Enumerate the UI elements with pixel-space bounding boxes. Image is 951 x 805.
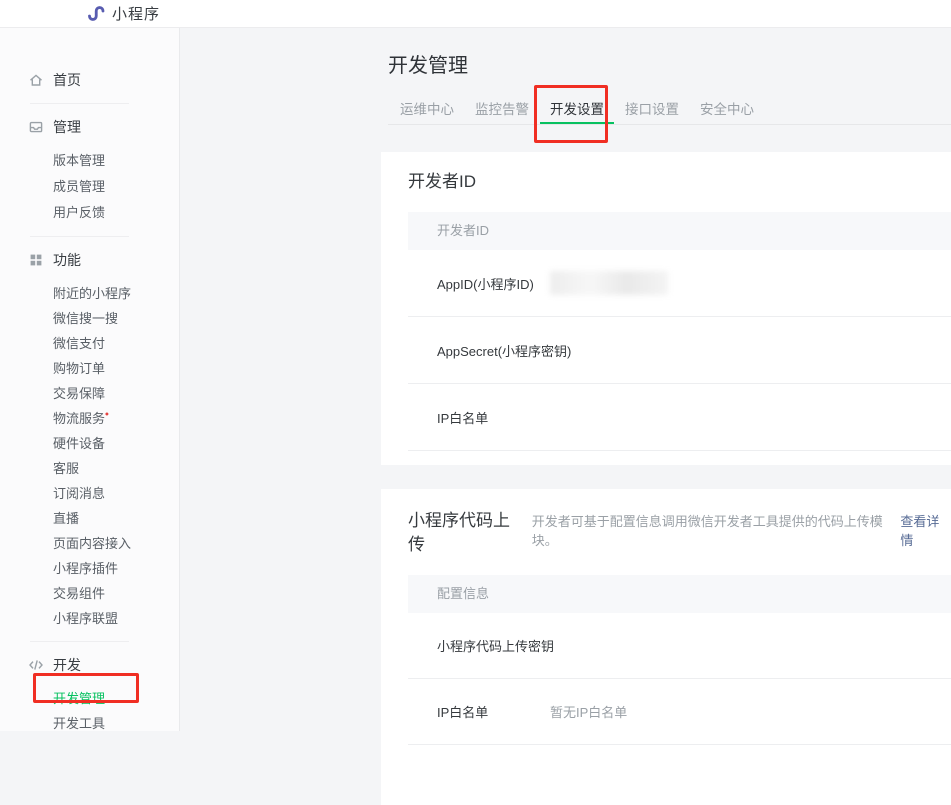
upload-ip-whitelist-label: IP白名单 <box>437 702 550 721</box>
sidebar-section-features[interactable]: 功能 <box>0 247 179 273</box>
sidebar-item-page-content-access[interactable]: 页面内容接入 <box>0 531 179 556</box>
sidebar-item-wechat-pay[interactable]: 微信支付 <box>0 331 179 356</box>
home-icon <box>28 72 44 88</box>
sidebar-section-manage[interactable]: 管理 <box>0 114 179 140</box>
sidebar-item-wechat-search[interactable]: 微信搜一搜 <box>0 306 179 331</box>
view-details-link[interactable]: 查看详情 <box>900 511 951 549</box>
sidebar-item-subscribe-message[interactable]: 订阅消息 <box>0 481 179 506</box>
top-header: 小程序 <box>0 0 951 28</box>
sidebar-item-shopping-orders[interactable]: 购物订单 <box>0 356 179 381</box>
code-upload-title: 小程序代码上传 <box>408 509 524 557</box>
appid-value-redacted <box>550 271 668 295</box>
sidebar-divider <box>30 641 129 642</box>
appsecret-label: AppSecret(小程序密钥) <box>437 341 592 360</box>
inbox-icon <box>28 119 44 135</box>
code-upload-description: 开发者可基于配置信息调用微信开发者工具提供的代码上传模块。 <box>532 511 899 549</box>
tab-api-settings[interactable]: 接口设置 <box>615 96 689 124</box>
tab-security-center[interactable]: 安全中心 <box>690 96 764 124</box>
tab-monitor-alert[interactable]: 监控告警 <box>465 96 539 124</box>
sidebar-section-label: 管理 <box>53 117 81 137</box>
tab-dev-settings[interactable]: 开发设置 <box>540 96 614 124</box>
sidebar-item-label: 物流服务 <box>53 411 105 426</box>
ip-whitelist-label: IP白名单 <box>437 408 550 427</box>
sidebar-item-customer-service[interactable]: 客服 <box>0 456 179 481</box>
sidebar-features-list: 附近的小程序 微信搜一搜 微信支付 购物订单 交易保障 物流服务• 硬件设备 客… <box>0 281 179 631</box>
sidebar-section-label: 开发 <box>53 655 81 675</box>
sidebar-item-label: 首页 <box>53 70 81 90</box>
sidebar: 首页 管理 版本管理 成员管理 用户反馈 <box>0 28 180 731</box>
grid-icon <box>28 252 44 268</box>
tab-bar: 运维中心 监控告警 开发设置 接口设置 安全中心 <box>388 96 951 125</box>
sidebar-divider <box>30 103 129 104</box>
sidebar-item-member-manage[interactable]: 成员管理 <box>0 174 179 200</box>
sidebar-section-label: 功能 <box>53 250 81 270</box>
upload-ip-whitelist-row: IP白名单 暂无IP白名单 <box>408 679 951 745</box>
sidebar-item-dev-tools[interactable]: 开发工具 <box>0 711 179 736</box>
page-title: 开发管理 <box>388 52 951 80</box>
sidebar-item-live[interactable]: 直播 <box>0 506 179 531</box>
sidebar-item-hardware-device[interactable]: 硬件设备 <box>0 431 179 456</box>
ip-whitelist-row: IP白名单 <box>408 384 951 451</box>
code-icon <box>28 657 44 673</box>
sidebar-item-home[interactable]: 首页 <box>0 67 179 93</box>
tab-operations-center[interactable]: 运维中心 <box>390 96 464 124</box>
sidebar-item-version-manage[interactable]: 版本管理 <box>0 148 179 174</box>
sidebar-item-miniprogram-union[interactable]: 小程序联盟 <box>0 606 179 631</box>
sidebar-item-transaction-component[interactable]: 交易组件 <box>0 581 179 606</box>
upload-ip-whitelist-value: 暂无IP白名单 <box>550 702 627 721</box>
sidebar-manage-list: 版本管理 成员管理 用户反馈 <box>0 148 179 226</box>
developer-id-title: 开发者ID <box>381 152 951 194</box>
new-badge-dot: • <box>105 409 109 421</box>
sidebar-item-transaction-guarantee[interactable]: 交易保障 <box>0 381 179 406</box>
developer-id-card: 开发者ID 开发者ID AppID(小程序ID) AppSecret(小程序密钥… <box>381 152 951 465</box>
sidebar-section-dev[interactable]: 开发 <box>0 652 179 678</box>
sidebar-dev-list: 开发管理 开发工具 <box>0 686 179 736</box>
miniprogram-logo-icon[interactable] <box>84 4 105 23</box>
main-content: 开发管理 运维中心 监控告警 开发设置 接口设置 安全中心 开发者ID 开发者I… <box>180 28 951 731</box>
app-title: 小程序 <box>112 3 160 24</box>
config-info-table-header: 配置信息 <box>408 575 951 613</box>
sidebar-item-logistics-service[interactable]: 物流服务• <box>0 406 179 431</box>
upload-key-row: 小程序代码上传密钥 <box>408 613 951 679</box>
sidebar-item-miniprogram-plugin[interactable]: 小程序插件 <box>0 556 179 581</box>
sidebar-item-dev-manage[interactable]: 开发管理 <box>0 686 179 711</box>
code-upload-card: 小程序代码上传 开发者可基于配置信息调用微信开发者工具提供的代码上传模块。 查看… <box>381 489 951 805</box>
developer-id-table-header: 开发者ID <box>408 212 951 250</box>
upload-key-label: 小程序代码上传密钥 <box>437 636 592 655</box>
appsecret-row: AppSecret(小程序密钥) <box>408 317 951 384</box>
code-upload-title-row: 小程序代码上传 开发者可基于配置信息调用微信开发者工具提供的代码上传模块。 查看… <box>381 489 951 557</box>
appid-row: AppID(小程序ID) <box>408 250 951 317</box>
sidebar-item-nearby-miniprogram[interactable]: 附近的小程序 <box>0 281 179 306</box>
appid-label: AppID(小程序ID) <box>437 274 550 293</box>
sidebar-divider <box>30 236 129 237</box>
sidebar-item-user-feedback[interactable]: 用户反馈 <box>0 200 179 226</box>
